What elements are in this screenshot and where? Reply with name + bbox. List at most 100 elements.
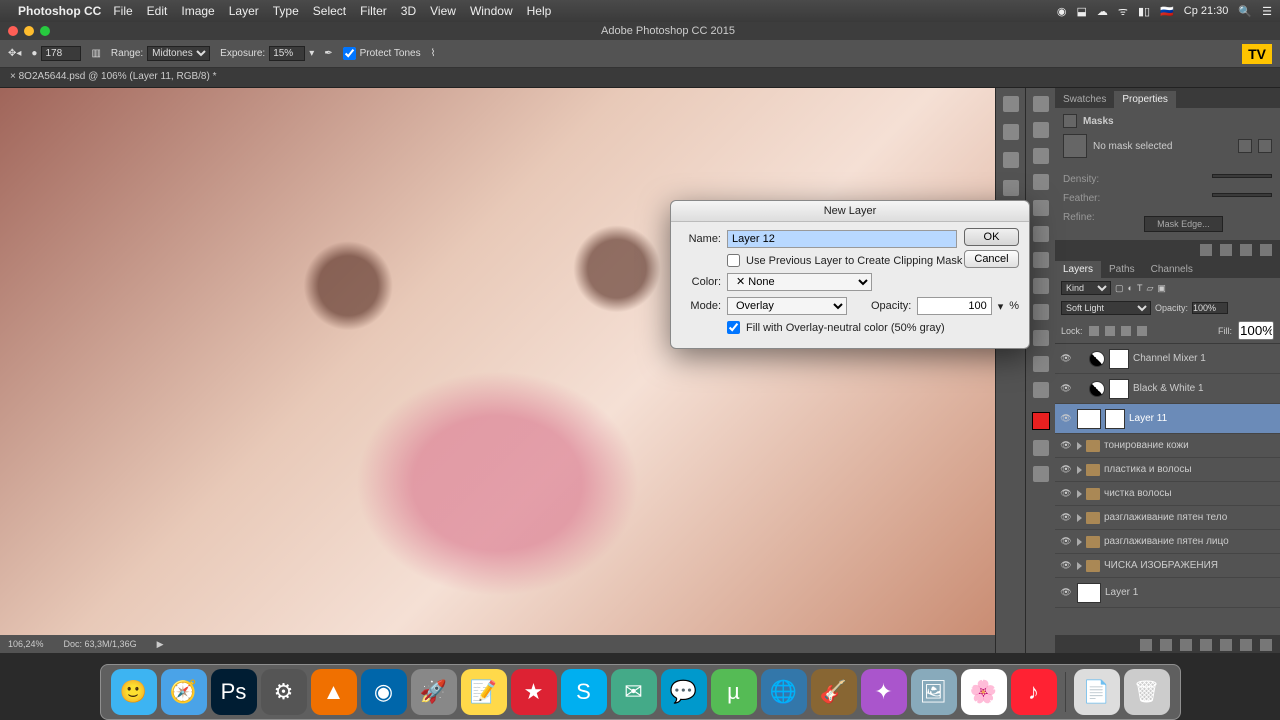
filter-pixel-icon[interactable]: ▢ bbox=[1115, 283, 1124, 294]
group-disclosure-icon[interactable] bbox=[1077, 466, 1082, 474]
disk-icon[interactable]: ◉ bbox=[361, 669, 407, 715]
brush-size-field[interactable] bbox=[41, 46, 81, 61]
group-disclosure-icon[interactable] bbox=[1077, 514, 1082, 522]
canvas[interactable]: 106,24% Doc: 63,3M/1,36G ▶ bbox=[0, 88, 995, 653]
visibility-toggle-icon[interactable] bbox=[1059, 382, 1073, 396]
fill-neutral-checkbox[interactable] bbox=[727, 321, 740, 334]
utorrent-icon[interactable]: µ bbox=[711, 669, 757, 715]
menu-help[interactable]: Help bbox=[527, 4, 552, 18]
marquee-tool-icon[interactable] bbox=[1033, 122, 1049, 138]
tab-paths[interactable]: Paths bbox=[1101, 261, 1143, 278]
document-tab[interactable]: × 8O2A5644.psd @ 106% (Layer 11, RGB/8) … bbox=[0, 68, 1280, 88]
garageband-icon[interactable]: 🎸 bbox=[811, 669, 857, 715]
color-select[interactable]: ✕ None bbox=[727, 273, 872, 291]
density-slider[interactable] bbox=[1212, 174, 1272, 178]
itunes-icon[interactable]: ♪ bbox=[1011, 669, 1057, 715]
brush-tool-icon[interactable] bbox=[1033, 252, 1049, 268]
link-layers-icon[interactable] bbox=[1140, 639, 1152, 651]
visibility-toggle-icon[interactable] bbox=[1059, 586, 1073, 600]
layer-row[interactable]: Channel Mixer 1 bbox=[1055, 344, 1280, 374]
tool-preset-icon[interactable]: ✥◂ bbox=[8, 48, 21, 59]
actions-panel-icon[interactable] bbox=[1003, 124, 1019, 140]
menu-image[interactable]: Image bbox=[181, 4, 214, 18]
app-name[interactable]: Photoshop CC bbox=[18, 4, 101, 18]
feather-slider[interactable] bbox=[1212, 193, 1272, 197]
skype-icon[interactable]: S bbox=[561, 669, 607, 715]
visibility-toggle-icon[interactable] bbox=[1059, 511, 1073, 525]
filter-shape-icon[interactable]: ▱ bbox=[1146, 283, 1153, 294]
layer-row[interactable]: ЧИСКА ИЗОБРАЖЕНИЯ bbox=[1055, 554, 1280, 578]
mode-select[interactable]: Overlay bbox=[727, 297, 847, 315]
airbrush-icon[interactable]: ✒ bbox=[324, 48, 332, 59]
zoom-level[interactable]: 106,24% bbox=[8, 639, 44, 649]
blend-mode-select[interactable]: Soft Light bbox=[1061, 301, 1151, 315]
layer-row[interactable]: тонирование кожи bbox=[1055, 434, 1280, 458]
mask-icon[interactable] bbox=[1180, 639, 1192, 651]
opacity-field[interactable] bbox=[1192, 302, 1228, 314]
lock-transparent-icon[interactable] bbox=[1089, 326, 1099, 336]
tab-swatches[interactable]: Swatches bbox=[1055, 91, 1114, 108]
eyedropper-tool-icon[interactable] bbox=[1033, 200, 1049, 216]
vlc-icon[interactable]: ▲ bbox=[311, 669, 357, 715]
wifi-icon[interactable]: ᯤ bbox=[1118, 4, 1128, 19]
close-window-button[interactable] bbox=[8, 26, 18, 36]
settings-icon[interactable]: ⚙ bbox=[261, 669, 307, 715]
visibility-toggle-icon[interactable] bbox=[1059, 487, 1073, 501]
type-tool-icon[interactable] bbox=[1033, 278, 1049, 294]
layer-row[interactable]: разглаживание пятен лицо bbox=[1055, 530, 1280, 554]
healing-tool-icon[interactable] bbox=[1033, 226, 1049, 242]
notes-icon[interactable]: 📝 bbox=[461, 669, 507, 715]
zoom-tool-icon[interactable] bbox=[1033, 382, 1049, 398]
layer-name-input[interactable] bbox=[727, 230, 957, 248]
ok-button[interactable]: OK bbox=[964, 228, 1019, 246]
menu-window[interactable]: Window bbox=[470, 4, 513, 18]
mail-icon[interactable]: ✉ bbox=[611, 669, 657, 715]
exposure-chevron-icon[interactable]: ▾ bbox=[309, 48, 314, 59]
launchpad-icon[interactable]: 🚀 bbox=[411, 669, 457, 715]
prop-footer-icon-1[interactable] bbox=[1200, 244, 1212, 256]
fx-icon[interactable] bbox=[1160, 639, 1172, 651]
delete-layer-icon[interactable] bbox=[1260, 639, 1272, 651]
protect-tones-checkbox[interactable]: Protect Tones bbox=[343, 47, 421, 60]
layer-row[interactable]: Layer 11 bbox=[1055, 404, 1280, 434]
record-icon[interactable]: ◉ bbox=[1057, 5, 1067, 18]
tab-properties[interactable]: Properties bbox=[1114, 91, 1176, 108]
fill-field[interactable] bbox=[1238, 321, 1274, 340]
imovie-icon[interactable]: ✦ bbox=[861, 669, 907, 715]
downloads-icon[interactable]: 📄 bbox=[1074, 669, 1120, 715]
group-disclosure-icon[interactable] bbox=[1077, 442, 1082, 450]
layer-row[interactable]: пластика и волосы bbox=[1055, 458, 1280, 482]
status-play-icon[interactable]: ▶ bbox=[157, 639, 164, 650]
menu-edit[interactable]: Edit bbox=[147, 4, 168, 18]
todo-icon[interactable]: ★ bbox=[511, 669, 557, 715]
brushes-panel-icon[interactable] bbox=[1003, 152, 1019, 168]
layer-row[interactable]: разглаживание пятен тело bbox=[1055, 506, 1280, 530]
cancel-button[interactable]: Cancel bbox=[964, 250, 1019, 268]
clock[interactable]: Ср 21:30 bbox=[1184, 5, 1229, 17]
lock-all-icon[interactable] bbox=[1137, 326, 1147, 336]
layer-row[interactable]: Black & White 1 bbox=[1055, 374, 1280, 404]
spotlight-icon[interactable]: 🔍 bbox=[1238, 5, 1252, 18]
clipping-mask-checkbox[interactable] bbox=[727, 254, 740, 267]
menu-select[interactable]: Select bbox=[313, 4, 346, 18]
layer-row[interactable]: чистка волосы bbox=[1055, 482, 1280, 506]
add-vector-mask-icon[interactable] bbox=[1258, 139, 1272, 153]
visibility-toggle-icon[interactable] bbox=[1059, 352, 1073, 366]
mask-edge-button[interactable]: Mask Edge... bbox=[1144, 216, 1223, 232]
menu-file[interactable]: File bbox=[113, 4, 132, 18]
prop-footer-icon-3[interactable] bbox=[1240, 244, 1252, 256]
visibility-toggle-icon[interactable] bbox=[1059, 535, 1073, 549]
visibility-toggle-icon[interactable] bbox=[1059, 412, 1073, 426]
opacity-stepper-icon[interactable]: ▾ bbox=[998, 300, 1004, 313]
history-panel-icon[interactable] bbox=[1003, 96, 1019, 112]
new-layer-icon[interactable] bbox=[1240, 639, 1252, 651]
lock-position-icon[interactable] bbox=[1121, 326, 1131, 336]
safari-icon[interactable]: 🧭 bbox=[161, 669, 207, 715]
messages-icon[interactable]: 💬 bbox=[661, 669, 707, 715]
hand-tool-icon[interactable] bbox=[1033, 356, 1049, 372]
menu-type[interactable]: Type bbox=[273, 4, 299, 18]
tab-channels[interactable]: Channels bbox=[1143, 261, 1201, 278]
layer-row[interactable]: Layer 1 bbox=[1055, 578, 1280, 608]
prop-trash-icon[interactable] bbox=[1260, 244, 1272, 256]
group-disclosure-icon[interactable] bbox=[1077, 490, 1082, 498]
